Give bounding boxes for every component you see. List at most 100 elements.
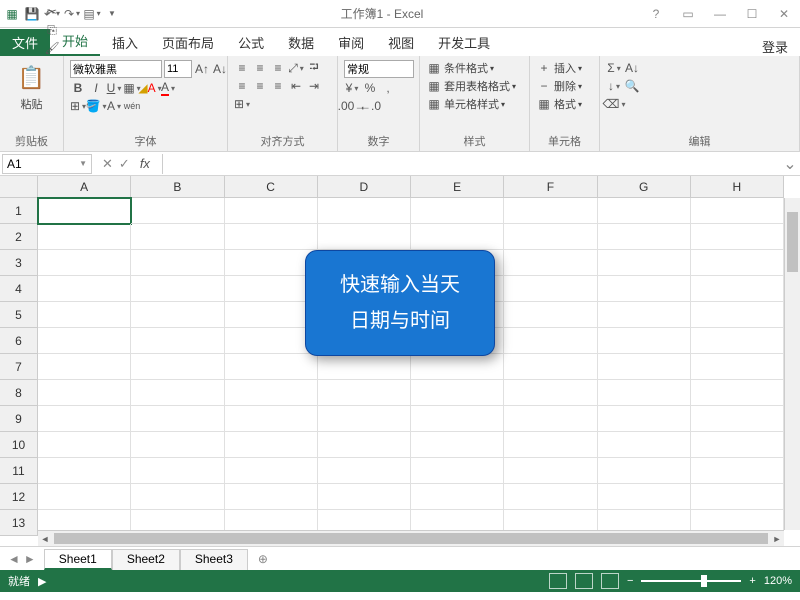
cell[interactable] [38,354,131,380]
cell[interactable] [38,276,131,302]
cell[interactable] [38,224,131,250]
row-header[interactable]: 8 [0,380,38,406]
row-header[interactable]: 10 [0,432,38,458]
autosum-icon[interactable]: Σ [606,60,622,76]
cell[interactable] [38,380,131,406]
tab-insert[interactable]: 插入 [100,29,150,56]
cell[interactable] [504,406,597,432]
cut-icon[interactable]: ✂ [44,4,60,20]
cell[interactable] [38,458,131,484]
cell[interactable] [38,250,131,276]
currency-icon[interactable]: ¥ [344,80,360,96]
cell[interactable] [225,432,318,458]
cell[interactable] [318,354,411,380]
zoom-level[interactable]: 120% [764,575,792,587]
row-header[interactable]: 9 [0,406,38,432]
comma-icon[interactable]: , [380,80,396,96]
cell[interactable] [131,380,224,406]
cell[interactable] [411,380,504,406]
cell[interactable] [598,302,691,328]
cell[interactable] [691,380,784,406]
ribbon-options-icon[interactable]: ▭ [676,7,700,21]
cell[interactable] [598,224,691,250]
cell[interactable] [318,380,411,406]
sheet-nav-prev-icon[interactable]: ◄ [8,552,20,566]
column-header[interactable]: D [318,176,411,198]
cell[interactable] [411,458,504,484]
cell[interactable] [598,354,691,380]
cell[interactable] [691,406,784,432]
increase-font-icon[interactable]: A↑ [194,61,210,77]
paste-button[interactable]: 📋 粘贴 [12,60,52,114]
cell[interactable] [411,354,504,380]
zoom-in-icon[interactable]: + [749,575,755,587]
cell[interactable] [504,458,597,484]
align-middle-icon[interactable]: ≡ [252,60,268,76]
help-icon[interactable]: ? [644,7,668,21]
cell[interactable] [691,354,784,380]
cell[interactable] [691,224,784,250]
select-all-button[interactable] [0,176,38,198]
cell[interactable] [691,250,784,276]
cell[interactable] [225,250,318,276]
cell[interactable] [38,432,131,458]
cell[interactable] [131,276,224,302]
formula-expand-icon[interactable]: ⌄ [780,154,800,174]
close-icon[interactable]: ✕ [772,7,796,21]
macro-record-icon[interactable]: ▶ [38,575,46,588]
cell[interactable] [38,198,131,224]
cell[interactable] [131,302,224,328]
cell[interactable] [225,224,318,250]
cells-area[interactable] [38,198,784,530]
minimize-icon[interactable]: — [708,7,732,21]
cell[interactable] [131,198,224,224]
row-header[interactable]: 4 [0,276,38,302]
row-header[interactable]: 12 [0,484,38,510]
row-header[interactable]: 7 [0,354,38,380]
name-box[interactable]: A1▼ [2,154,92,174]
cell[interactable] [598,328,691,354]
cell[interactable] [225,302,318,328]
cell[interactable] [225,354,318,380]
horizontal-scrollbar[interactable]: ◄► [38,530,784,546]
fx-icon[interactable]: fx [136,156,154,172]
clear-icon[interactable]: ⌫ [606,96,622,112]
increase-decimal-icon[interactable]: .00→ [344,98,360,114]
sort-filter-icon[interactable]: A↓ [624,60,640,76]
orientation-icon[interactable]: ⤢ [288,60,304,76]
cell-style-button[interactable]: ▦单元格样式▾ [426,96,505,112]
vertical-scrollbar[interactable] [784,198,800,530]
table-format-button[interactable]: ▦套用表格格式▾ [426,78,516,94]
maximize-icon[interactable]: ☐ [740,7,764,21]
view-pagelayout-icon[interactable] [575,573,593,589]
cell[interactable] [598,458,691,484]
wrap-text-icon[interactable]: ⮒ [306,60,322,76]
italic-icon[interactable]: I [88,80,104,96]
cell[interactable] [225,276,318,302]
tab-view[interactable]: 视图 [376,29,426,56]
new-sheet-button[interactable]: ⊕ [248,552,278,566]
zoom-slider[interactable] [641,580,741,582]
font-size-input[interactable] [164,60,192,78]
cell[interactable] [504,354,597,380]
find-icon[interactable]: 🔍 [624,78,640,94]
column-header[interactable]: E [411,176,504,198]
cell[interactable] [131,406,224,432]
cell[interactable] [504,380,597,406]
formula-input[interactable] [162,154,780,174]
cell[interactable] [38,484,131,510]
align-top-icon[interactable]: ≡ [234,60,250,76]
format-painter-icon[interactable]: 🖌 [44,40,60,56]
cell[interactable] [131,484,224,510]
insert-cells-button[interactable]: +插入▾ [536,60,582,76]
cell[interactable] [318,406,411,432]
copy-icon[interactable]: ⎘ [44,22,60,38]
conditional-format-button[interactable]: ▦条件格式▾ [426,60,494,76]
align-bottom-icon[interactable]: ≡ [270,60,286,76]
tab-review[interactable]: 审阅 [326,29,376,56]
cell[interactable] [691,276,784,302]
merge-icon[interactable]: ⊞ [234,96,250,112]
cell[interactable] [131,458,224,484]
cell[interactable] [38,406,131,432]
fill-down-icon[interactable]: ↓ [606,78,622,94]
